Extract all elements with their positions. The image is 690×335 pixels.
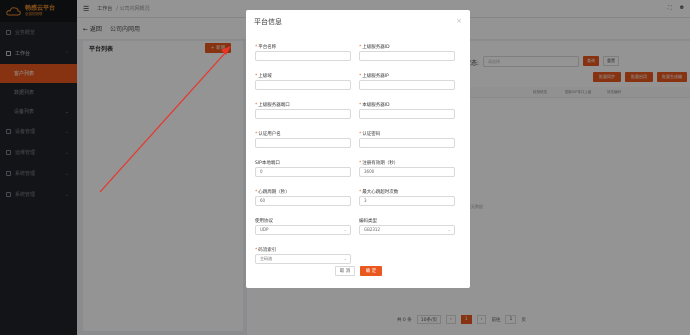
required-mark: * xyxy=(255,132,258,137)
field-label-text: 平台名称 xyxy=(258,45,277,50)
form-field: *认证用户名 xyxy=(255,131,351,148)
field-label-text: 码流索引 xyxy=(258,248,277,253)
field-input[interactable] xyxy=(255,51,351,61)
field-input[interactable] xyxy=(255,109,351,119)
field-label: *平台名称 xyxy=(255,44,351,51)
chevron-down-icon: ⌄ xyxy=(343,256,347,261)
form-field: *本级服务器ID xyxy=(359,102,455,119)
form-field: 编码类型 GB2312 ⌄ xyxy=(359,218,455,235)
required-mark: * xyxy=(255,74,258,79)
field-label: *最大心跳超时次数 xyxy=(359,189,455,196)
form-field: *上级服务器端口 xyxy=(255,102,351,119)
field-label: *上级服务器ID xyxy=(359,44,455,51)
field-label-text: 上级服务器IP xyxy=(362,74,389,79)
form-field: *注册有效期（秒） 3600 xyxy=(359,160,455,177)
field-label-text: 使用协议 xyxy=(255,219,273,224)
field-label-text: 认证密码 xyxy=(362,132,381,137)
field-input[interactable] xyxy=(359,109,455,119)
form-field: 使用协议 UDP ⌄ xyxy=(255,218,351,235)
field-label: *码流索引 xyxy=(255,247,351,254)
field-label: *上级服务器IP xyxy=(359,73,455,80)
required-mark: * xyxy=(255,45,258,50)
field-value: GB2312 xyxy=(364,227,381,232)
required-mark: * xyxy=(359,45,362,50)
form-field: SIP本地端口 0 xyxy=(255,160,351,177)
required-mark: * xyxy=(255,103,258,108)
field-label: *认证密码 xyxy=(359,131,455,138)
field-value: 主码流 xyxy=(260,256,272,261)
form-field: *平台名称 xyxy=(255,44,351,61)
platform-info-dialog: 平台信息 × *平台名称 *上级服务器ID *上级域 *上级服务器IP *上级服务器端口… xyxy=(246,10,470,288)
form-field: *上级域 xyxy=(255,73,351,90)
form-field: *心跳周期（秒） 60 xyxy=(255,189,351,206)
chevron-down-icon: ⌄ xyxy=(447,227,451,232)
field-label-text: 最大心跳超时次数 xyxy=(362,190,399,195)
field-label-text: 心跳周期（秒） xyxy=(258,190,290,195)
field-input[interactable]: 3600 xyxy=(359,167,455,177)
form-field: *上级服务器ID xyxy=(359,44,455,61)
field-label: 编码类型 xyxy=(359,218,455,225)
field-label: *认证用户名 xyxy=(255,131,351,138)
required-mark: * xyxy=(359,161,362,166)
field-input[interactable] xyxy=(359,138,455,148)
form-field: *上级服务器IP xyxy=(359,73,455,90)
field-input[interactable]: 3 xyxy=(359,196,455,206)
field-value: 60 xyxy=(260,198,266,203)
field-input[interactable]: 60 xyxy=(255,196,351,206)
field-label: *本级服务器ID xyxy=(359,102,455,109)
field-label: SIP本地端口 xyxy=(255,160,351,167)
field-input[interactable] xyxy=(359,51,455,61)
field-select[interactable]: 主码流 ⌄ xyxy=(255,254,351,264)
field-value: 0 xyxy=(260,169,263,174)
dialog-title: 平台信息 xyxy=(254,18,282,26)
field-label-text: 认证用户名 xyxy=(258,132,281,137)
field-select[interactable]: UDP ⌄ xyxy=(255,225,351,235)
field-label: *上级域 xyxy=(255,73,351,80)
required-mark: * xyxy=(359,103,362,108)
field-select[interactable]: GB2312 ⌄ xyxy=(359,225,455,235)
required-mark: * xyxy=(255,248,258,253)
form-field: *认证密码 xyxy=(359,131,455,148)
form-field: *码流索引主码流 ⌄ xyxy=(255,247,351,264)
field-input[interactable] xyxy=(255,138,351,148)
required-mark: * xyxy=(255,190,258,195)
field-value: 3 xyxy=(364,198,367,203)
field-label-text: 上级域 xyxy=(258,74,272,79)
field-label-text: SIP本地端口 xyxy=(255,161,280,166)
field-input[interactable] xyxy=(255,80,351,90)
required-mark: * xyxy=(359,132,362,137)
field-label-text: 本级服务器ID xyxy=(362,103,390,108)
chevron-down-icon: ⌄ xyxy=(343,227,347,232)
field-value: 3600 xyxy=(364,169,375,174)
required-mark: * xyxy=(359,74,362,79)
field-label-text: 上级服务器端口 xyxy=(258,103,290,108)
field-input[interactable]: 0 xyxy=(255,167,351,177)
required-mark: * xyxy=(359,190,362,195)
field-label: 使用协议 xyxy=(255,218,351,225)
form-field: *最大心跳超时次数 3 xyxy=(359,189,455,206)
field-label: *上级服务器端口 xyxy=(255,102,351,109)
field-label-text: 编码类型 xyxy=(359,219,377,224)
close-icon[interactable]: × xyxy=(456,17,462,25)
cancel-button[interactable]: 取 消 xyxy=(335,266,355,276)
field-label-text: 上级服务器ID xyxy=(362,45,390,50)
field-value: UDP xyxy=(260,227,269,232)
field-label: *注册有效期（秒） xyxy=(359,160,455,167)
field-input[interactable] xyxy=(359,80,455,90)
field-label-text: 注册有效期（秒） xyxy=(362,161,399,166)
confirm-button[interactable]: 确 定 xyxy=(360,266,382,276)
field-label: *心跳周期（秒） xyxy=(255,189,351,196)
